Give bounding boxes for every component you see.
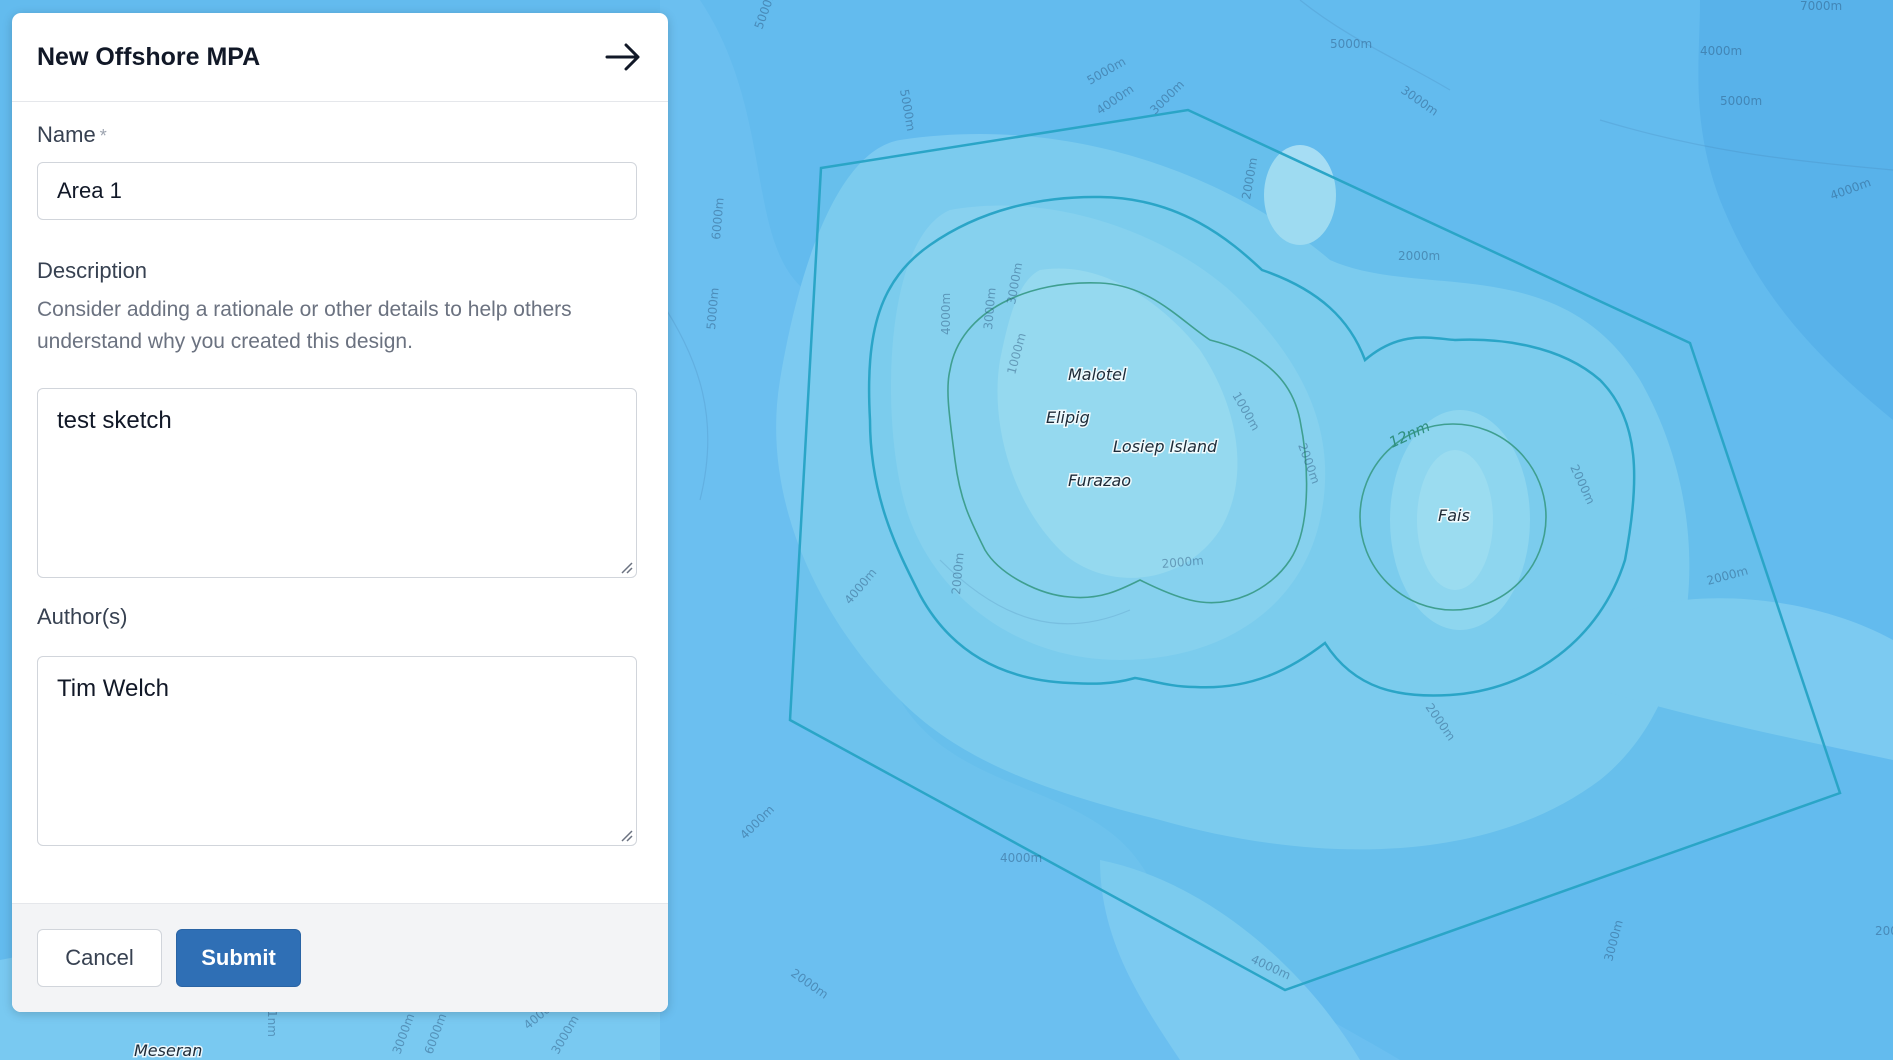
name-field-label: Name *: [37, 122, 643, 148]
name-label: Name: [37, 122, 96, 147]
required-indicator: *: [99, 126, 107, 146]
authors-value: Tim Welch: [57, 675, 170, 702]
contour-label: 4000m: [939, 293, 953, 335]
submit-button[interactable]: Submit: [176, 929, 301, 987]
arrow-right-icon: [605, 43, 640, 71]
place-label-elipig: Elipig: [1046, 408, 1090, 427]
authors-textarea[interactable]: Tim Welch: [37, 656, 637, 846]
resize-handle-icon[interactable]: [619, 828, 633, 842]
description-label: Description: [37, 258, 148, 283]
panel-body: Name * Area 1 Description Consider addin…: [12, 122, 668, 846]
contour-label: 2000m: [1398, 249, 1440, 263]
place-label-fais: Fais: [1438, 506, 1470, 525]
panel-title: New Offshore MPA: [37, 42, 261, 71]
place-label-meseran: Meseran: [134, 1041, 202, 1060]
description-value: test sketch: [57, 407, 172, 434]
panel-header: New Offshore MPA: [12, 13, 668, 102]
authors-label: Author(s): [37, 604, 128, 629]
description-textarea[interactable]: test sketch: [37, 388, 637, 578]
cancel-button[interactable]: Cancel: [37, 929, 162, 987]
contour-label: 2000m: [1875, 924, 1893, 938]
name-input[interactable]: Area 1: [37, 162, 637, 220]
sketch-form-panel: New Offshore MPA Name * Area 1 Descripti…: [12, 13, 668, 1012]
contour-label: 4000m: [1000, 851, 1042, 865]
contour-label: 7000m: [1800, 0, 1842, 13]
contour-label: 5000m: [1720, 94, 1762, 108]
place-label-losiep-island: Losiep Island: [1113, 437, 1218, 456]
contour-label: 5000m: [1330, 37, 1372, 51]
resize-handle-icon[interactable]: [619, 560, 633, 574]
description-help-text: Consider adding a rationale or other det…: [37, 298, 572, 353]
place-label-furazao: Furazao: [1068, 471, 1131, 490]
collapse-panel-button[interactable]: [603, 37, 643, 77]
contour-label: 1nm: [265, 1010, 279, 1037]
contour-label: 4000m: [1700, 44, 1742, 58]
panel-footer: Cancel Submit: [12, 903, 668, 1012]
place-label-malotel: Malotel: [1068, 365, 1127, 384]
